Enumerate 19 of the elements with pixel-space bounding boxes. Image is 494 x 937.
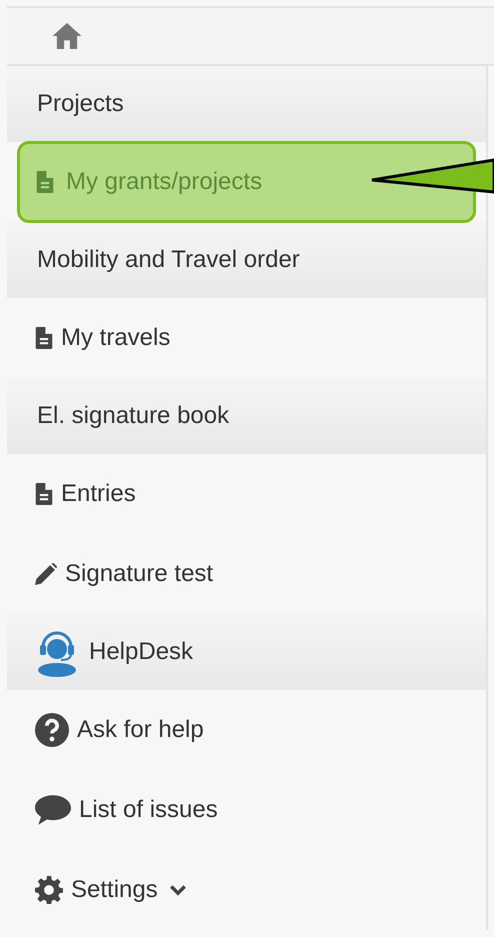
question-icon bbox=[35, 713, 69, 747]
speech-bubble-icon bbox=[35, 795, 71, 825]
menu-item[interactable]: Settings bbox=[17, 850, 476, 930]
section-title: Mobility and Travel order bbox=[37, 245, 300, 275]
menu-item[interactable]: Ask for help bbox=[17, 690, 476, 770]
section-title: El. signature book bbox=[37, 401, 230, 431]
pencil-icon bbox=[35, 563, 57, 585]
document-icon bbox=[35, 483, 53, 505]
chevron-down-icon bbox=[170, 884, 186, 896]
home-icon[interactable] bbox=[52, 23, 82, 49]
document-icon bbox=[35, 327, 53, 349]
section-title: HelpDesk bbox=[89, 637, 194, 667]
gear-icon bbox=[35, 876, 63, 904]
menu-item[interactable]: Entries bbox=[17, 454, 476, 534]
menu-item[interactable]: List of issues bbox=[17, 770, 476, 850]
section-title: Projects bbox=[37, 89, 124, 119]
menu-item[interactable]: My travels bbox=[17, 298, 476, 378]
document-icon bbox=[36, 171, 54, 193]
menu-item[interactable]: Signature test bbox=[17, 534, 476, 614]
